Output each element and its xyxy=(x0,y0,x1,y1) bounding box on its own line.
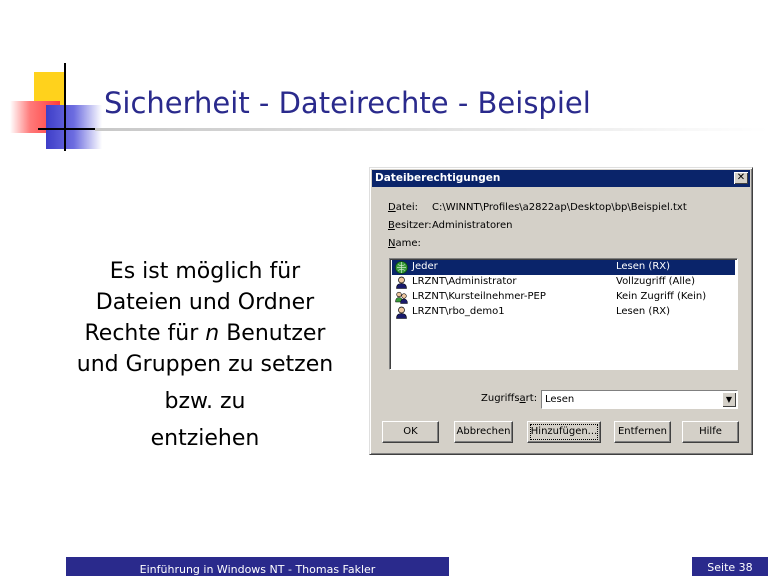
owner-label-accel: B xyxy=(388,220,395,231)
footer-title: Einführung in Windows NT - Thomas Fakler xyxy=(66,557,449,576)
help-button[interactable]: Hilfe xyxy=(682,421,739,443)
body-line: entziehen xyxy=(150,426,260,451)
list-item[interactable]: Jeder Lesen (RX) xyxy=(392,260,735,275)
file-permissions-dialog: Dateiberechtigungen ✕ Datei: C:\WINNT\Pro… xyxy=(369,167,753,455)
cancel-button[interactable]: Abbrechen xyxy=(454,421,513,443)
entry-permission: Lesen (RX) xyxy=(616,261,671,272)
body-line-part: Benutzer xyxy=(219,321,326,346)
access-type-value: Lesen xyxy=(545,394,575,405)
permissions-list[interactable]: Jeder Lesen (RX) LRZNT\Administrator Vol… xyxy=(389,258,738,370)
entry-name: Jeder xyxy=(412,261,438,272)
page-number: Seite 38 xyxy=(692,557,768,576)
file-row: Datei: C:\WINNT\Profiles\a2822ap\Desktop\… xyxy=(388,202,687,213)
file-label-accel: D xyxy=(388,202,396,213)
access-type-label: Zugriffsart: xyxy=(481,393,537,404)
entry-permission: Kein Zugriff (Kein) xyxy=(616,291,707,302)
title-divider xyxy=(95,128,768,131)
file-label: Datei: xyxy=(388,202,432,213)
close-icon[interactable]: ✕ xyxy=(734,172,748,184)
user-icon xyxy=(396,306,407,319)
file-path: C:\WINNT\Profiles\a2822ap\Desktop\bp\Bei… xyxy=(432,202,687,213)
body-line: Es ist möglich für xyxy=(109,259,301,284)
body-line: Dateien und Ordner xyxy=(95,290,315,315)
name-label: Name: xyxy=(388,238,421,249)
remove-button[interactable]: Entfernen xyxy=(614,421,671,443)
access-label-text: rt: xyxy=(525,393,538,404)
access-type-select[interactable]: Lesen ▼ xyxy=(541,390,738,409)
entry-permission: Vollzugriff (Alle) xyxy=(616,276,695,287)
body-line: bzw. zu xyxy=(164,389,246,414)
entry-name: LRZNT\Kursteilnehmer-PEP xyxy=(412,291,546,302)
list-item[interactable]: LRZNT\Kursteilnehmer-PEP Kein Zugriff (K… xyxy=(392,290,735,305)
owner-row: Besitzer:Administratoren xyxy=(388,220,512,231)
owner-label-text: esitzer: xyxy=(394,220,432,231)
ok-button[interactable]: OK xyxy=(382,421,439,443)
body-line-italic: n xyxy=(205,321,220,346)
logo-blue-square xyxy=(46,105,102,149)
logo-vertical-line xyxy=(64,63,66,151)
body-line: und Gruppen zu setzen xyxy=(76,352,334,377)
owner-label: Besitzer: xyxy=(388,220,432,231)
dialog-title: Dateiberechtigungen xyxy=(375,172,501,184)
group-icon xyxy=(395,291,408,304)
owner-value: Administratoren xyxy=(432,220,513,231)
slide-body-text: Es ist möglich für Dateien und Ordner Re… xyxy=(60,256,350,454)
slide-title: Sicherheit - Dateirechte - Beispiel xyxy=(104,86,591,120)
user-icon xyxy=(396,276,407,289)
entry-permission: Lesen (RX) xyxy=(616,306,671,317)
list-item[interactable]: LRZNT\rbo_demo1 Lesen (RX) xyxy=(392,305,735,320)
name-label-text: ame: xyxy=(395,238,421,249)
group-icon xyxy=(395,261,408,274)
entry-name: LRZNT\rbo_demo1 xyxy=(412,306,505,317)
list-item[interactable]: LRZNT\Administrator Vollzugriff (Alle) xyxy=(392,275,735,290)
file-label-text: atei: xyxy=(395,202,419,213)
access-label-text: Zugriffs xyxy=(481,393,520,404)
slide-logo xyxy=(0,0,110,160)
entry-name: LRZNT\Administrator xyxy=(412,276,517,287)
dialog-titlebar[interactable]: Dateiberechtigungen ✕ xyxy=(372,170,750,187)
body-line-part: Rechte für xyxy=(84,321,206,346)
add-button[interactable]: Hinzufügen... xyxy=(527,421,601,443)
chevron-down-icon[interactable]: ▼ xyxy=(722,392,736,407)
body-line: Rechte für n Benutzer xyxy=(60,318,350,349)
